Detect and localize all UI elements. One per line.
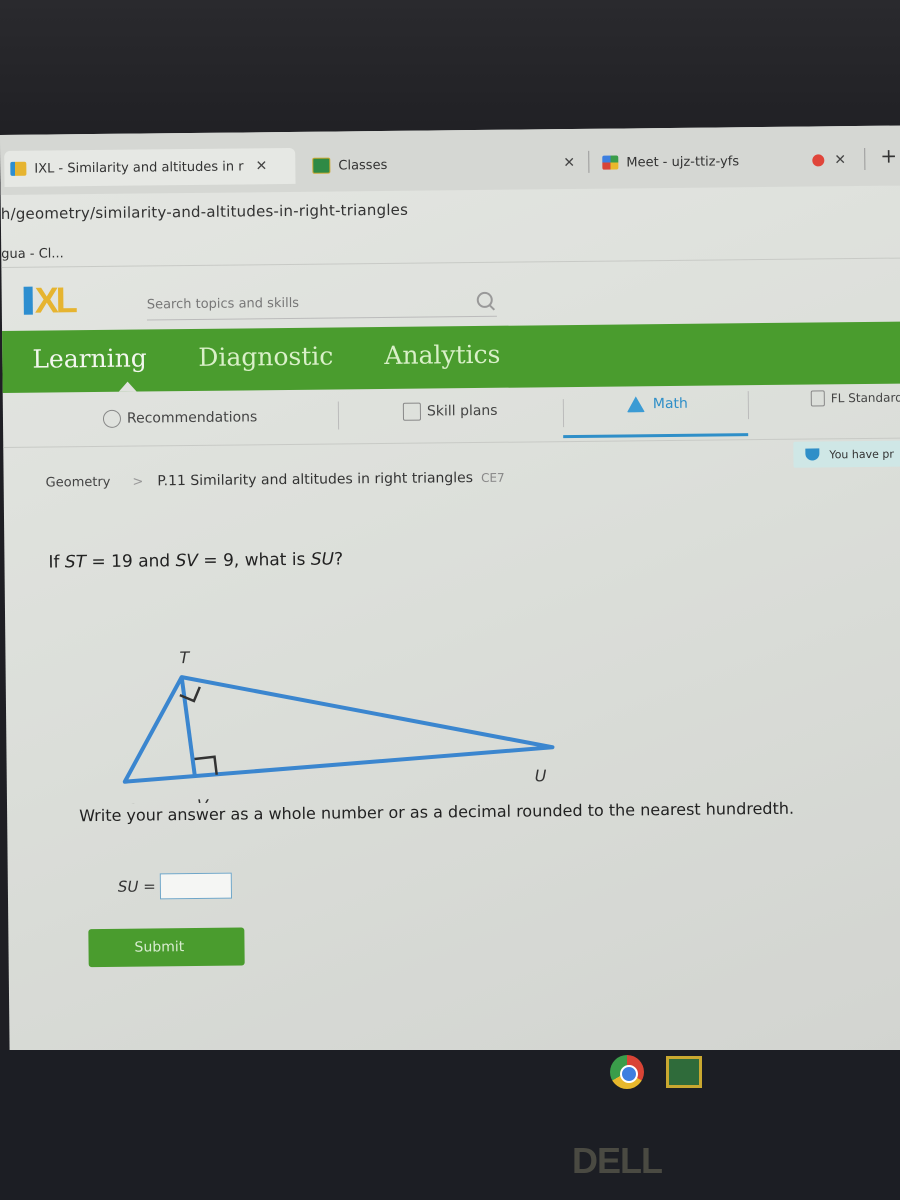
skill-code: CE7	[480, 470, 505, 485]
tab-title: Classes	[338, 157, 388, 173]
subnav-fl-standards[interactable]: FL Standards	[810, 389, 900, 407]
chevron-right-icon: >	[132, 474, 144, 490]
vertex-label-v: V	[197, 796, 209, 804]
divider	[337, 401, 340, 430]
triangle-diagram: T S V U	[122, 648, 555, 804]
q-var-sv: SV	[175, 550, 199, 572]
tab-ixl[interactable]: IXL - Similarity and altitudes in r ✕	[4, 147, 296, 187]
subnav-recommendations[interactable]: Recommendations	[102, 408, 258, 428]
bookmark-item[interactable]: gua - Cl...	[1, 246, 64, 262]
ixl-favicon	[10, 161, 27, 176]
subnav-label: Math	[652, 395, 688, 413]
skill-plans-icon	[402, 402, 422, 421]
logo-i-bar	[23, 286, 33, 315]
breadcrumb-subject[interactable]: Geometry	[46, 474, 111, 490]
divider	[3, 437, 900, 448]
os-shelf	[610, 1055, 702, 1089]
google-classroom-favicon	[312, 157, 331, 174]
trophy-icon	[805, 448, 820, 461]
subnav-math[interactable]: Math	[626, 395, 688, 413]
award-banner[interactable]: You have pr	[793, 440, 900, 468]
altitude-tv	[179, 676, 197, 776]
new-tab-button[interactable]: +	[880, 144, 897, 168]
divider	[747, 391, 750, 420]
chrome-icon[interactable]	[610, 1055, 644, 1089]
award-text: You have pr	[829, 447, 894, 461]
recording-indicator-icon	[812, 154, 825, 167]
ixl-logo[interactable]: XL	[23, 279, 75, 321]
q-part: If	[48, 552, 65, 573]
answer-label: SU =	[117, 877, 156, 896]
tab-classes[interactable]: Classes	[312, 147, 387, 184]
breadcrumb: Geometry > P.11 Similarity and altitudes…	[46, 470, 505, 491]
close-tab-icon[interactable]: ✕	[834, 152, 846, 168]
vertex-label-s: S	[127, 801, 137, 804]
math-icon	[626, 396, 645, 413]
subnav-label: Skill plans	[426, 402, 498, 420]
q-var-st: ST	[64, 552, 87, 573]
tab-separator	[588, 150, 590, 173]
laptop-bezel-top	[0, 0, 900, 140]
q-part: = 9, what is	[197, 549, 311, 571]
nav-diagnostic[interactable]: Diagnostic	[198, 342, 333, 372]
address-bar-url[interactable]: h/geometry/similarity-and-altitudes-in-r…	[1, 201, 408, 223]
recommendations-icon	[102, 409, 122, 428]
search-input[interactable]	[146, 290, 447, 317]
q-part: = 19 and	[85, 551, 176, 573]
laptop-bezel-bottom	[0, 1050, 900, 1200]
google-meet-favicon	[602, 155, 619, 170]
google-classroom-icon[interactable]	[666, 1056, 702, 1088]
main-nav: Learning Diagnostic Analytics	[2, 321, 900, 393]
nav-analytics[interactable]: Analytics	[384, 340, 500, 370]
standards-icon	[810, 390, 825, 407]
vertex-label-u: U	[535, 766, 547, 785]
search-box[interactable]	[146, 289, 497, 321]
subnav-skill-plans[interactable]: Skill plans	[402, 402, 498, 421]
answer-input[interactable]	[159, 872, 232, 900]
tab-title: IXL - Similarity and altitudes in r	[34, 158, 244, 177]
subnav-label: FL Standards	[830, 390, 900, 406]
q-part: ?	[333, 549, 344, 570]
q-var-su: SU	[310, 549, 335, 570]
search-icon[interactable]	[476, 291, 493, 309]
vertex-label-t: T	[179, 648, 190, 667]
active-tab-underline	[563, 433, 749, 439]
close-tab-icon[interactable]: ✕	[563, 155, 575, 171]
divider	[562, 399, 565, 428]
divider	[1, 257, 900, 268]
nav-learning[interactable]: Learning	[32, 343, 147, 373]
sub-nav: Recommendations Skill plans Math FL Stan…	[3, 383, 900, 449]
dell-logo: DELL	[572, 1140, 663, 1181]
close-tab-icon[interactable]: ✕	[255, 158, 267, 174]
screen: IXL - Similarity and altitudes in r ✕ Cl…	[0, 125, 900, 1075]
logo-xl: XL	[34, 279, 75, 321]
tab-strip: IXL - Similarity and altitudes in r ✕ Cl…	[0, 125, 900, 195]
tab-separator	[864, 147, 866, 170]
tab-meet-controls: ✕	[812, 142, 846, 178]
breadcrumb-skill: P.11 Similarity and altitudes in right t…	[157, 470, 474, 490]
subnav-label: Recommendations	[126, 409, 258, 427]
question-text: If ST = 19 and SV = 9, what is SU?	[48, 549, 343, 572]
answer-row: SU =	[117, 872, 232, 900]
right-angle-mark-v	[194, 755, 218, 775]
tab-meet[interactable]: Meet - ujz-ttiz-yfs	[602, 143, 739, 180]
submit-button[interactable]: Submit	[88, 927, 245, 968]
tab-title: Meet - ujz-ttiz-yfs	[626, 153, 740, 170]
active-nav-caret	[118, 381, 137, 392]
